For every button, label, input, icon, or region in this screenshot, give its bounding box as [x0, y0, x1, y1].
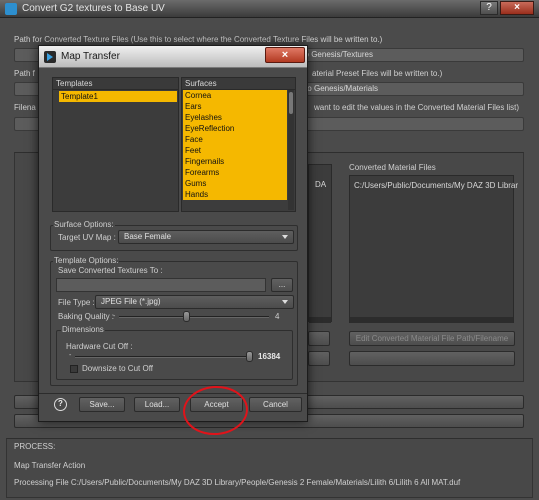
converted-files-header: Converted Material Files — [349, 163, 436, 172]
browse-button[interactable]: ... — [271, 278, 293, 292]
dialog-close-button[interactable]: × — [265, 47, 305, 63]
target-uv-value: Base Female — [124, 232, 172, 241]
source-list-button-1[interactable] — [308, 331, 330, 346]
dialog-titlebar: Map Transfer × — [39, 46, 307, 68]
chevron-down-icon — [282, 235, 288, 239]
baking-quality-slider-track[interactable] — [119, 316, 269, 318]
template-item[interactable]: Template1 — [59, 91, 177, 102]
material-path-value: 2 to Genesis/Materials — [298, 84, 378, 93]
hardware-cutoff-minus-icon: - — [69, 352, 72, 359]
material-path-label-right: aterial Preset Files will be written to.… — [312, 69, 443, 78]
converted-list-button-2[interactable] — [349, 351, 515, 366]
source-list-button-2[interactable] — [308, 351, 330, 366]
surface-options-label: Surface Options: — [53, 220, 115, 229]
baking-quality-value: 4 — [275, 312, 280, 321]
template-options-label: Template Options: — [53, 256, 120, 265]
save-textures-path-input[interactable] — [56, 278, 266, 292]
edit-converted-path-button[interactable]: Edit Converted Material File Path/Filena… — [349, 331, 515, 346]
surfaces-scrollbar-thumb[interactable] — [289, 92, 293, 114]
material-path-label-left: Path f — [14, 69, 35, 78]
outer-close-button[interactable]: × — [500, 1, 534, 15]
filename-label-right: want to edit the values in the Converted… — [314, 103, 519, 112]
surface-item-hands[interactable]: Hands — [183, 189, 287, 200]
map-transfer-dialog: Map Transfer × Templates Template1 Surfa… — [38, 45, 308, 422]
daz-app-icon — [5, 3, 17, 15]
source-material-list[interactable]: DA — [308, 164, 332, 322]
save-button[interactable]: Save... — [79, 397, 125, 412]
surface-item-face[interactable]: Face — [183, 134, 287, 145]
downsize-label: Downsize to Cut Off — [82, 364, 153, 373]
dimensions-label: Dimensions — [61, 325, 105, 334]
chevron-down-icon — [282, 300, 288, 304]
dialog-divider — [39, 393, 307, 394]
baking-quality-slider-thumb[interactable] — [183, 311, 190, 322]
outer-titlebar: Convert G2 textures to Base UV ? × — [0, 0, 539, 18]
surface-item-cornea[interactable]: Cornea — [183, 90, 287, 101]
templates-list[interactable]: Templates Template1 — [52, 77, 179, 212]
converted-list-scrollbar[interactable] — [350, 317, 513, 323]
hardware-cutoff-slider-track[interactable] — [75, 356, 249, 358]
daz-app-icon — [44, 51, 56, 63]
surfaces-header: Surfaces — [182, 78, 295, 90]
hardware-cutoff-value: 16384 — [258, 352, 281, 361]
converted-file-item[interactable]: C:/Users/Public/Documents/My DAZ 3D Libr… — [354, 181, 518, 190]
downsize-checkbox[interactable] — [70, 365, 78, 373]
surface-item-eyelashes[interactable]: Eyelashes — [183, 112, 287, 123]
outer-window-title: Convert G2 textures to Base UV — [22, 3, 165, 14]
process-file-text: Processing File C:/Users/Public/Document… — [14, 478, 461, 487]
dialog-title: Map Transfer — [61, 51, 120, 62]
surfaces-scrollbar[interactable] — [288, 90, 294, 210]
baking-quality-label: Baking Quality : — [58, 312, 115, 321]
converted-files-list[interactable]: C:/Users/Public/Documents/My DAZ 3D Libr… — [349, 175, 518, 323]
surfaces-items: Cornea Ears Eyelashes EyeReflection Face… — [183, 90, 287, 200]
save-textures-label: Save Converted Textures To : — [58, 266, 163, 275]
process-action-text: Map Transfer Action — [14, 461, 86, 470]
hardware-cutoff-slider-thumb[interactable] — [245, 351, 253, 362]
surface-item-fingernails[interactable]: Fingernails — [183, 156, 287, 167]
process-label: PROCESS: — [14, 442, 56, 451]
outer-help-button[interactable]: ? — [480, 1, 498, 15]
cancel-button[interactable]: Cancel — [249, 397, 302, 412]
surface-item-gums[interactable]: Gums — [183, 178, 287, 189]
surface-item-feet[interactable]: Feet — [183, 145, 287, 156]
file-type-label: File Type : — [58, 298, 95, 307]
file-type-value: JPEG File (*.jpg) — [101, 297, 161, 306]
source-list-scrollbar[interactable] — [309, 317, 331, 323]
target-uv-label: Target UV Map : — [58, 233, 116, 242]
templates-header: Templates — [53, 78, 178, 90]
surface-item-ears[interactable]: Ears — [183, 101, 287, 112]
load-button[interactable]: Load... — [134, 397, 180, 412]
baking-quality-minus-icon: - — [113, 313, 116, 320]
file-type-select[interactable]: JPEG File (*.jpg) — [95, 295, 294, 309]
texture-path-label: Path for Converted Texture Files (Use th… — [14, 35, 383, 44]
target-uv-select[interactable]: Base Female — [118, 230, 294, 244]
surface-item-eyereflection[interactable]: EyeReflection — [183, 123, 287, 134]
source-list-fragment: DA — [315, 180, 327, 189]
surface-item-forearms[interactable]: Forearms — [183, 167, 287, 178]
filename-label-left: Filena — [14, 103, 36, 112]
surfaces-list[interactable]: Surfaces Cornea Ears Eyelashes EyeReflec… — [181, 77, 296, 212]
hardware-cutoff-label: Hardware Cut Off : — [66, 342, 133, 351]
question-circle-icon[interactable]: ? — [54, 398, 67, 411]
